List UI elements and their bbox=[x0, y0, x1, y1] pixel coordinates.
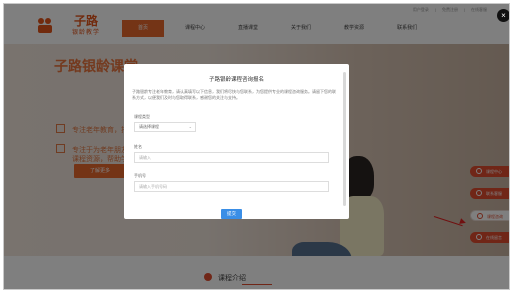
browser-viewport: 子路 银龄教学 用户登录 | 免费注册 | 在线客服 首页 课程中心 直播课堂 … bbox=[3, 3, 510, 290]
course-select-value: 请选择课程 bbox=[139, 124, 159, 129]
enroll-dialog: 子路银龄课程咨询报名 子路银龄专注老年教育，请认真填写以下信息，我们将尽快与您联… bbox=[124, 64, 349, 219]
chevron-down-icon: ⌄ bbox=[188, 124, 192, 129]
phone-label: 手机号 bbox=[134, 173, 146, 178]
name-input[interactable]: 请输入 bbox=[134, 152, 329, 163]
course-label: 课程类型 bbox=[134, 114, 150, 119]
close-icon[interactable]: × bbox=[497, 9, 509, 22]
course-select[interactable]: 请选择课程 ⌄ bbox=[134, 122, 196, 132]
submit-button[interactable]: 提交 bbox=[221, 209, 242, 219]
dialog-title: 子路银龄课程咨询报名 bbox=[208, 77, 264, 83]
dialog-scrollbar[interactable] bbox=[343, 72, 346, 206]
phone-input[interactable]: 请输入手机号码 bbox=[134, 181, 329, 192]
dialog-description: 子路银龄专注老年教育，请认真填写以下信息，我们将尽快与您联系，为您提供专业的课程… bbox=[132, 89, 336, 100]
name-label: 姓名 bbox=[134, 144, 142, 149]
